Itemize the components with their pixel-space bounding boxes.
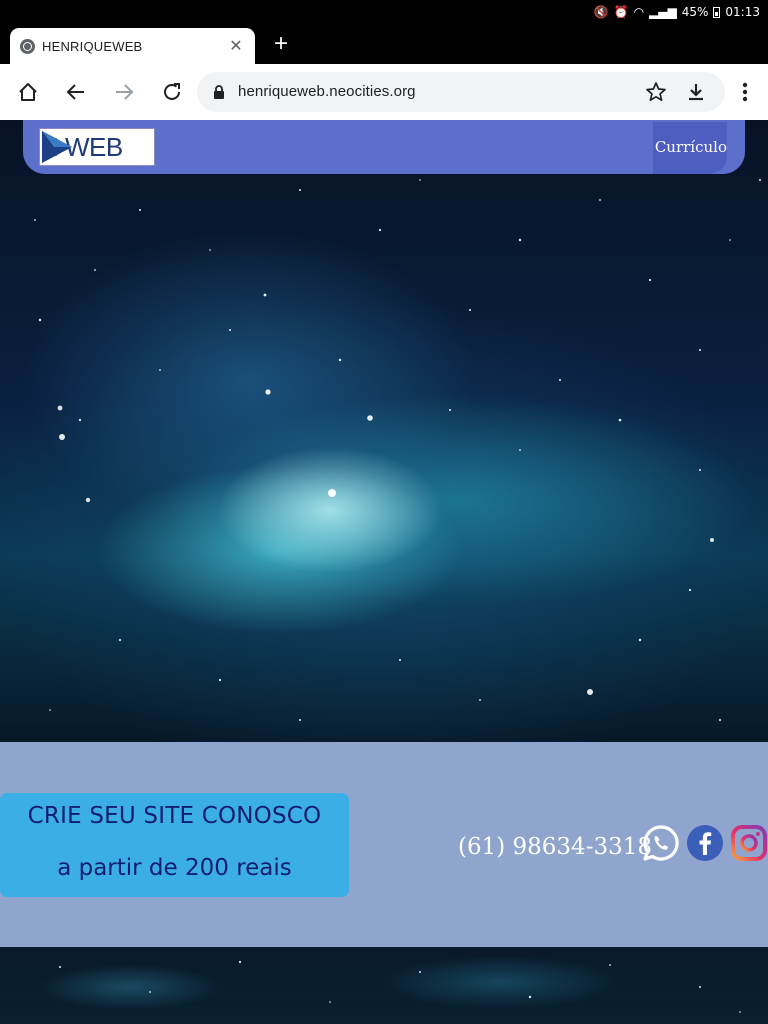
- address-bar[interactable]: henriqueweb.neocities.org: [197, 72, 725, 112]
- mute-icon: 🔇: [593, 5, 609, 19]
- stars-layer: [34, 159, 761, 721]
- site-header: H WEB Currículo: [23, 120, 745, 174]
- reload-icon: [164, 83, 180, 100]
- tab-title: HENRIQUEWEB: [42, 38, 143, 54]
- cta-headline: CRIE SEU SITE CONOSCO: [27, 803, 322, 829]
- wifi-icon: ◠: [633, 5, 645, 19]
- clock: 01:13: [725, 5, 760, 19]
- cta-button[interactable]: CRIE SEU SITE CONOSCO a partir de 200 re…: [0, 793, 349, 897]
- battery-percent: 45%: [681, 5, 709, 19]
- cta-price: a partir de 200 reais: [57, 855, 292, 881]
- bookmark-star-icon[interactable]: [645, 81, 667, 103]
- phone-number: (61) 98634-3318: [458, 834, 652, 860]
- home-icon: [19, 83, 37, 101]
- site-logo[interactable]: H WEB: [39, 128, 155, 166]
- browser-tab[interactable]: HENRIQUEWEB ✕: [10, 28, 255, 64]
- forward-arrow-icon: [116, 84, 134, 100]
- menu-button[interactable]: [733, 80, 757, 104]
- nav-link-curriculo[interactable]: Currículo: [655, 138, 727, 156]
- play-triangle-icon: [42, 131, 72, 163]
- new-tab-button[interactable]: +: [270, 32, 292, 58]
- hero-galaxy-image: H WEB Currículo: [0, 120, 768, 742]
- more-vert-icon: [742, 82, 748, 102]
- back-arrow-icon: [66, 84, 84, 100]
- status-icons: 🔇 ⏰ ◠ ▂▄▆ 45% 01:13: [594, 5, 760, 19]
- download-icon[interactable]: [685, 81, 707, 103]
- web-page: H WEB Currículo CRIE SEU SITE CONOSCO a …: [0, 120, 768, 1024]
- tab-strip: HENRIQUEWEB ✕ +: [0, 26, 768, 64]
- alarm-icon: ⏰: [613, 5, 629, 19]
- browser-toolbar: henriqueweb.neocities.org: [0, 64, 768, 120]
- close-tab-icon[interactable]: ✕: [227, 36, 245, 56]
- instagram-icon[interactable]: [730, 824, 768, 862]
- battery-icon: [713, 6, 721, 18]
- globe-icon: [20, 38, 35, 54]
- facebook-icon[interactable]: [686, 824, 724, 862]
- footer-galaxy-strip: [0, 947, 768, 1024]
- lock-icon: [214, 85, 224, 99]
- contact-band: CRIE SEU SITE CONOSCO a partir de 200 re…: [0, 742, 768, 947]
- signal-icon: ▂▄▆: [649, 5, 677, 19]
- back-button[interactable]: [64, 80, 88, 104]
- status-bar: 🔇 ⏰ ◠ ▂▄▆ 45% 01:13: [0, 0, 768, 26]
- footer-stars-layer: [59, 960, 741, 1013]
- url-text: henriqueweb.neocities.org: [238, 83, 416, 100]
- whatsapp-icon[interactable]: [642, 824, 680, 862]
- home-button[interactable]: [16, 80, 40, 104]
- reload-button[interactable]: [160, 80, 184, 104]
- forward-button[interactable]: [112, 80, 136, 104]
